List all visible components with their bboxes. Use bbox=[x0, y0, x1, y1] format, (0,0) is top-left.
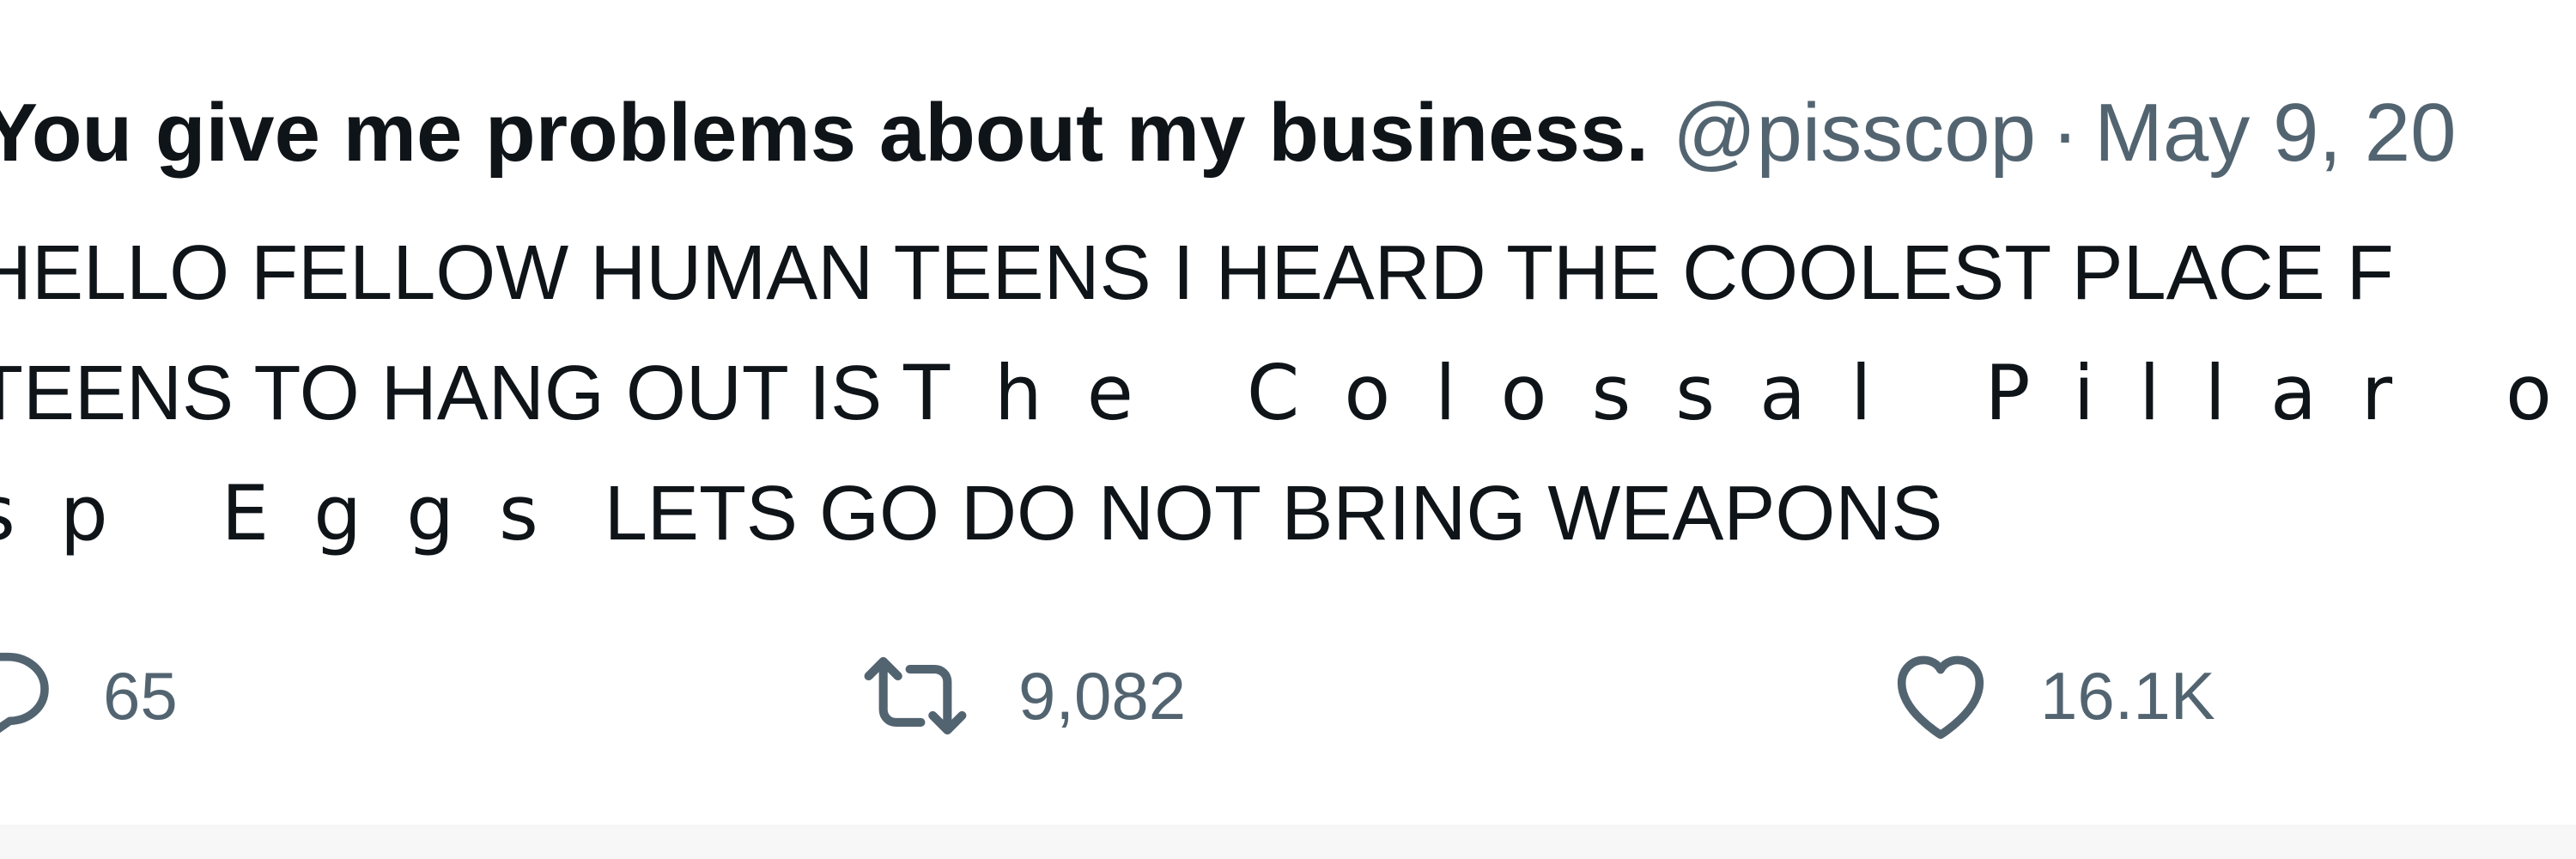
reply-button[interactable]: 65 bbox=[0, 636, 178, 756]
reply-count: 65 bbox=[103, 657, 178, 734]
retweet-button[interactable]: 9,082 bbox=[857, 636, 1186, 756]
retweet-count: 9,082 bbox=[1018, 657, 1187, 734]
retweet-icon[interactable] bbox=[857, 641, 974, 751]
author-handle[interactable]: @pisscop bbox=[1673, 87, 2036, 179]
tweet-text-segment: HELLO FELLOW HUMAN TEENS I HEARD THE COO… bbox=[0, 230, 2394, 316]
tweet-text-line-1: HELLO FELLOW HUMAN TEENS I HEARD THE COO… bbox=[0, 213, 2576, 333]
author-display-name[interactable]: You give me problems about my business. bbox=[0, 87, 1649, 179]
tweet-text-segment: TEENS TO HANG OUT IS bbox=[0, 350, 904, 436]
tweet-action-bar: 65 9,082 16.1K bbox=[0, 636, 2576, 756]
separator-dot: · bbox=[2050, 87, 2079, 179]
tweet-text: HELLO FELLOW HUMAN TEENS I HEARD THE COO… bbox=[0, 213, 2576, 574]
tweet-date[interactable]: May 9, 20 bbox=[2094, 87, 2457, 179]
like-button[interactable]: 16.1K bbox=[1886, 636, 2215, 756]
tweet-card[interactable]: You give me problems about my business. @… bbox=[0, 0, 2576, 825]
tweet-text-spaced-segment: sp Eggs bbox=[0, 469, 583, 557]
tweet-header: You give me problems about my business. @… bbox=[0, 77, 2456, 189]
like-count: 16.1K bbox=[2040, 657, 2215, 734]
tweet-text-segment: LETS GO DO NOT BRING WEAPONS bbox=[582, 471, 1943, 557]
timeline-divider bbox=[0, 825, 2576, 859]
tweet-text-spaced-segment: The Colossal Pillar o bbox=[903, 349, 2576, 437]
reply-icon[interactable] bbox=[0, 641, 58, 751]
heart-icon[interactable] bbox=[1886, 641, 1996, 751]
tweet-text-line-2: TEENS TO HANG OUT IS The Colossal Pillar… bbox=[0, 333, 2576, 454]
tweet-text-line-3: sp Eggs LETS GO DO NOT BRING WEAPONS bbox=[0, 454, 2576, 574]
